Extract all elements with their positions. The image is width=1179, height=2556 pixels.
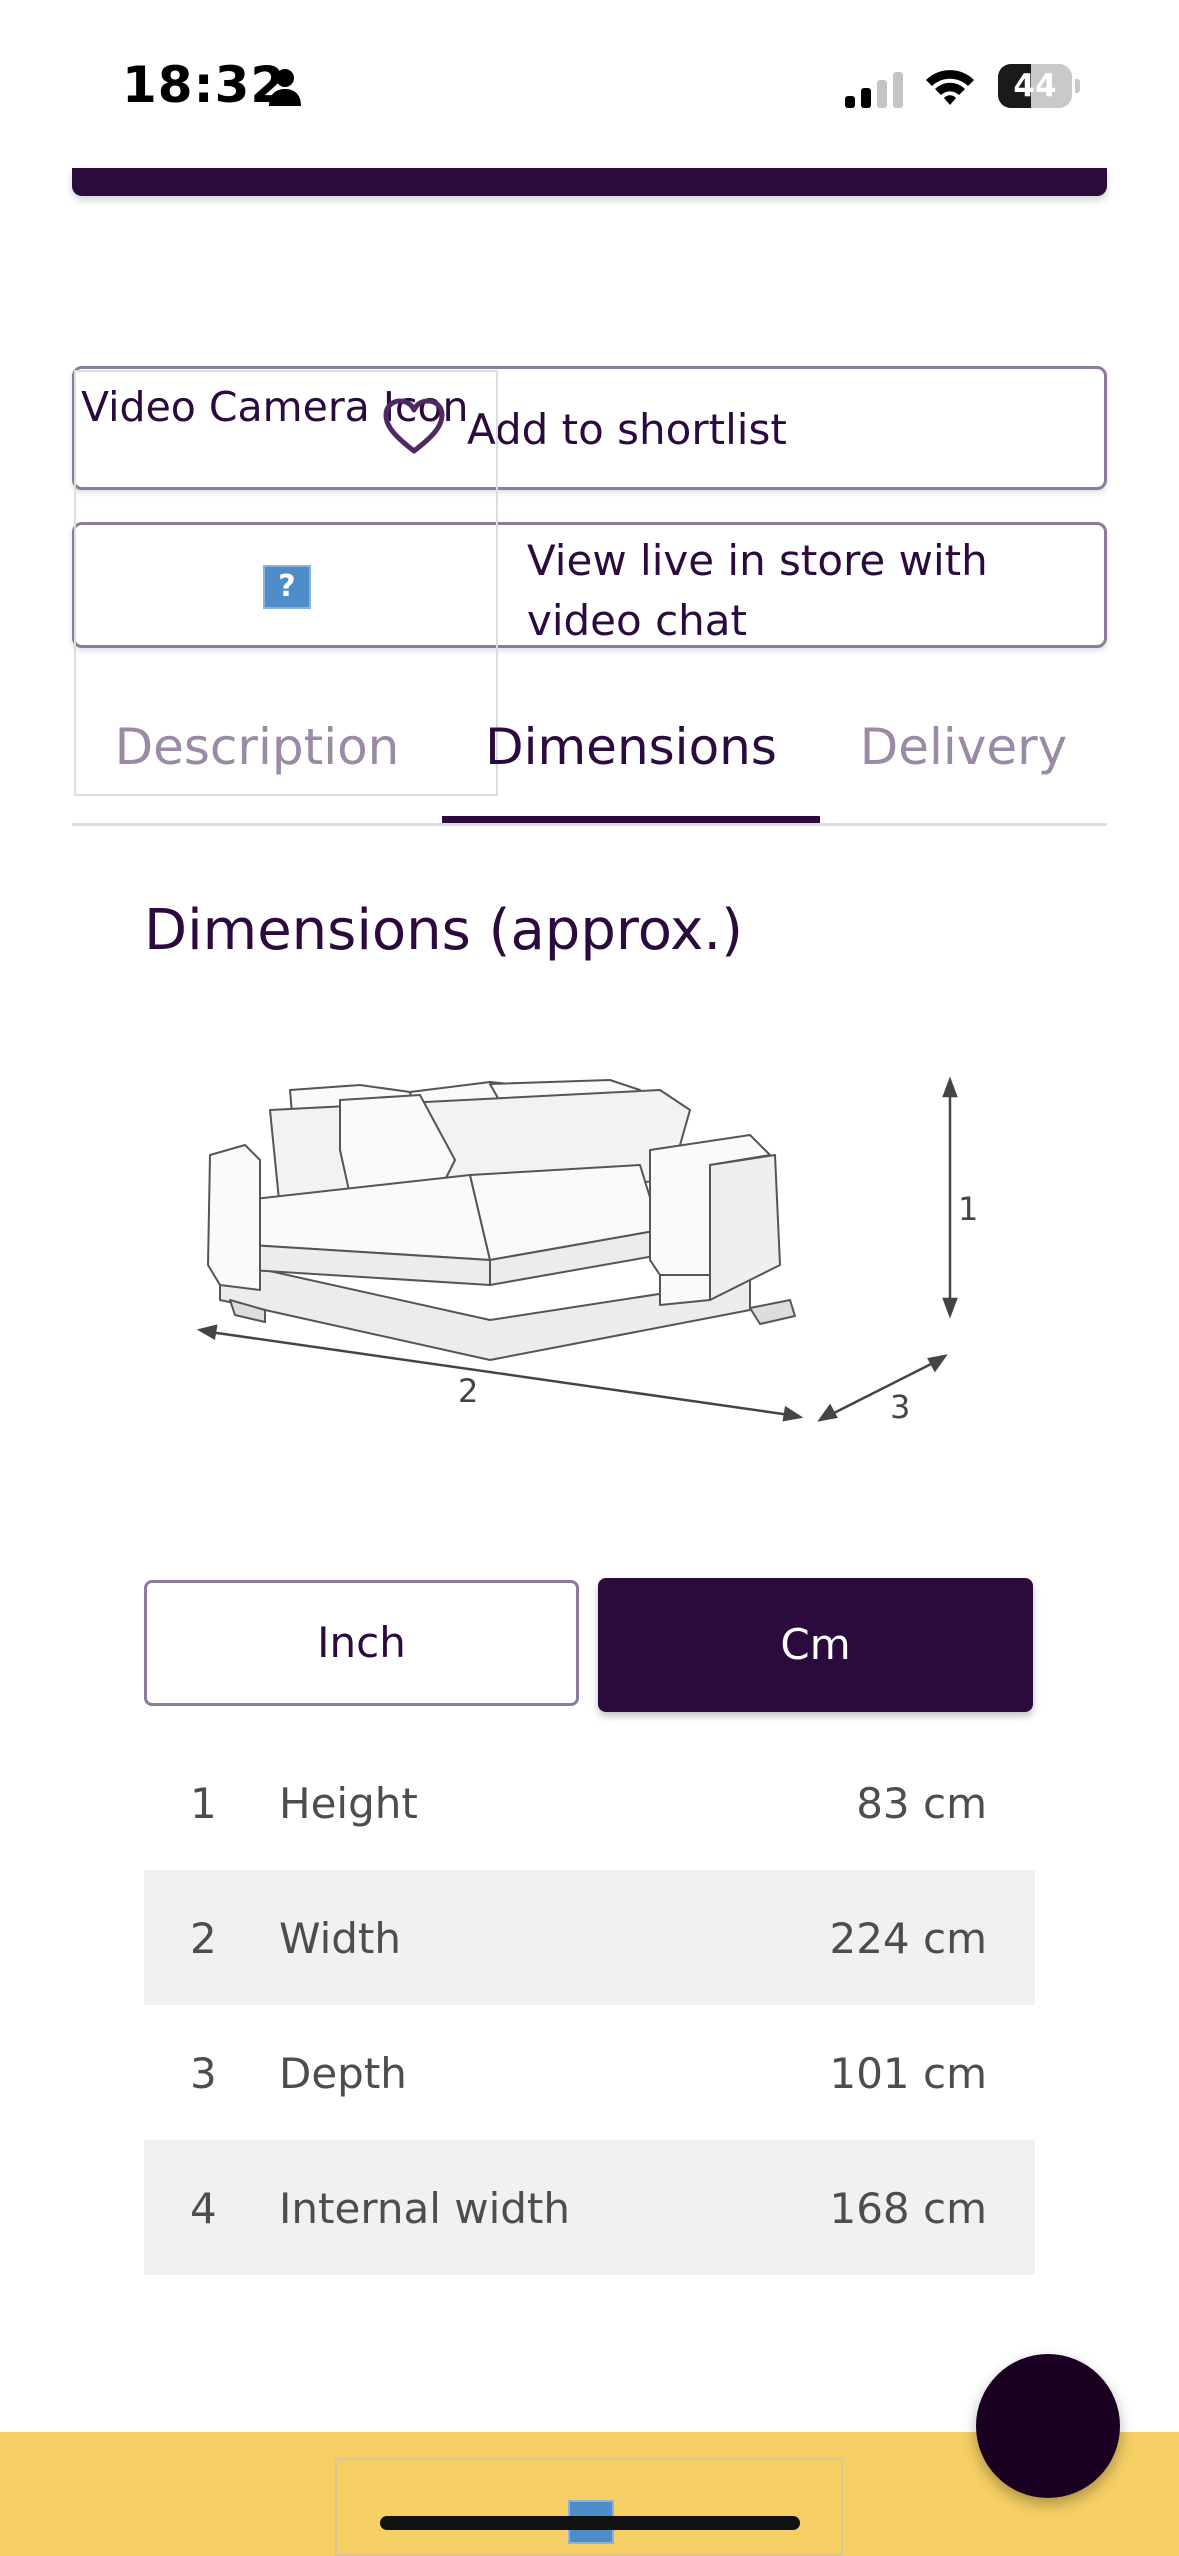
table-row: 2 Width 224 cm [144, 1870, 1035, 2005]
add-to-shortlist-label: Add to shortlist [467, 405, 787, 454]
person-icon [269, 69, 301, 106]
sofa-dimension-diagram: 1 2 3 [196, 1076, 978, 1426]
video-camera-icon: ? [263, 565, 311, 609]
dimension-label: Width [279, 1914, 402, 1963]
cm-toggle-button[interactable]: Cm [598, 1578, 1033, 1712]
tab-delivery[interactable]: Delivery [820, 718, 1107, 823]
chat-button[interactable] [976, 2354, 1120, 2498]
battery-icon: 44 [998, 64, 1080, 108]
dimension-number: 3 [190, 2049, 217, 2098]
dimension-number: 4 [190, 2184, 217, 2233]
status-time: 18:32 [122, 56, 287, 114]
home-indicator[interactable] [380, 2516, 800, 2530]
add-to-shortlist-button[interactable]: Video Camera Icon Add to shortlist [72, 366, 1107, 490]
dimension-number: 1 [190, 1779, 217, 1828]
dimension-value: 101 cm [829, 2049, 987, 2098]
inch-toggle-button[interactable]: Inch [144, 1580, 579, 1706]
product-tabs: Description Dimensions Delivery [72, 700, 1107, 826]
table-row: 4 Internal width 168 cm [144, 2140, 1035, 2275]
cellular-signal-icon [845, 72, 903, 108]
tab-description[interactable]: Description [72, 718, 442, 823]
diagram-marker-1: 1 [958, 1190, 978, 1228]
table-row: 1 Height 83 cm [144, 1735, 1035, 1870]
table-row: 3 Depth 101 cm [144, 2005, 1035, 2140]
diagram-marker-2: 2 [458, 1372, 478, 1410]
status-bar: 18:32 44 [0, 0, 1179, 170]
diagram-marker-3: 3 [890, 1388, 910, 1426]
heart-icon [383, 398, 445, 454]
battery-level: 44 [1013, 68, 1057, 104]
video-chat-label: View live in store with video chat [527, 536, 988, 645]
dimension-label: Height [279, 1779, 418, 1828]
video-chat-button[interactable]: ? View live in store with video chat [72, 522, 1107, 648]
dimensions-title: Dimensions (approx.) [144, 898, 744, 963]
wifi-icon [926, 70, 974, 105]
dimension-label: Depth [279, 2049, 407, 2098]
tab-dimensions[interactable]: Dimensions [442, 718, 820, 823]
dimension-label: Internal width [279, 2184, 570, 2233]
dimension-value: 224 cm [829, 1914, 987, 1963]
dimensions-table: 1 Height 83 cm 2 Width 224 cm 3 Depth 10… [144, 1735, 1035, 2275]
dimension-value: 168 cm [829, 2184, 987, 2233]
header-bar-bottom [72, 168, 1107, 196]
dimension-value: 83 cm [856, 1779, 987, 1828]
dimension-number: 2 [190, 1914, 217, 1963]
